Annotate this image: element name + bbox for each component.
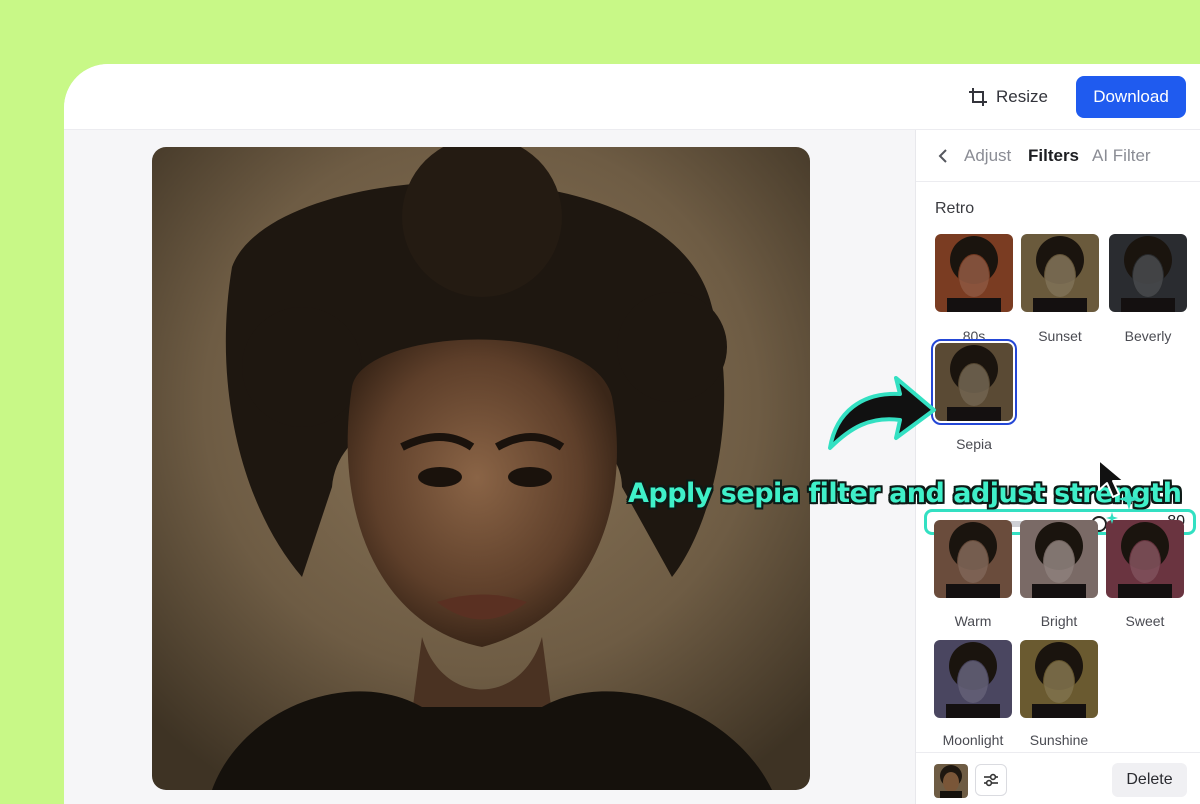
filters-panel: Adjust Filters AI Filter Retro 80 — [915, 130, 1200, 804]
filter-label-warm: Warm — [954, 613, 992, 629]
filter-thumb-sunshine[interactable] — [1020, 640, 1098, 718]
filter-label-bright: Bright — [1040, 613, 1078, 629]
layer-thumbnail[interactable] — [934, 764, 968, 798]
filter-thumb-bright[interactable] — [1020, 520, 1098, 598]
portrait-photo[interactable] — [152, 147, 810, 790]
editor-window: Resize Download Adjust Filters AI Filter… — [64, 64, 1200, 804]
tab-filters[interactable]: Filters — [1028, 146, 1079, 166]
filter-label-sunshine: Sunshine — [1029, 732, 1089, 748]
filter-label-sepia: Sepia — [956, 436, 992, 452]
image-canvas — [64, 130, 915, 804]
filter-thumb-80s[interactable] — [935, 234, 1013, 312]
filter-label-80s: 80s — [962, 328, 986, 344]
sparkle-small-icon — [1106, 512, 1118, 524]
tab-adjust[interactable]: Adjust — [964, 146, 1011, 166]
filter-label-sunset: Sunset — [1038, 328, 1082, 344]
panel-tabs: Adjust Filters AI Filter — [916, 130, 1200, 182]
bottom-bar: Delete — [916, 752, 1200, 804]
filter-thumb-sunset[interactable] — [1021, 234, 1099, 312]
chevron-left-icon[interactable] — [936, 146, 950, 166]
filter-label-moonlight: Moonlight — [942, 732, 1004, 748]
section-title-retro: Retro — [935, 200, 975, 217]
filter-thumb-sweet[interactable] — [1106, 520, 1184, 598]
filter-label-beverly: Beverly — [1124, 328, 1172, 344]
resize-label: Resize — [996, 87, 1048, 106]
filter-thumb-sepia[interactable] — [931, 339, 1017, 425]
sliders-icon — [984, 773, 998, 787]
delete-button[interactable]: Delete — [1112, 763, 1187, 797]
tab-ai-filter[interactable]: AI Filter — [1092, 146, 1151, 166]
filter-thumb-moonlight[interactable] — [934, 640, 1012, 718]
curved-arrow-icon — [828, 376, 936, 450]
filter-label-sweet: Sweet — [1125, 613, 1165, 629]
top-toolbar: Resize Download — [64, 64, 1200, 130]
filter-thumb-beverly[interactable] — [1109, 234, 1187, 312]
sparkle-icon — [1118, 488, 1140, 510]
filter-thumb-warm[interactable] — [934, 520, 1012, 598]
resize-button[interactable]: Resize — [968, 82, 1048, 112]
download-button[interactable]: Download — [1076, 76, 1186, 118]
adjust-settings-button[interactable] — [975, 764, 1007, 796]
crop-icon — [969, 88, 987, 106]
